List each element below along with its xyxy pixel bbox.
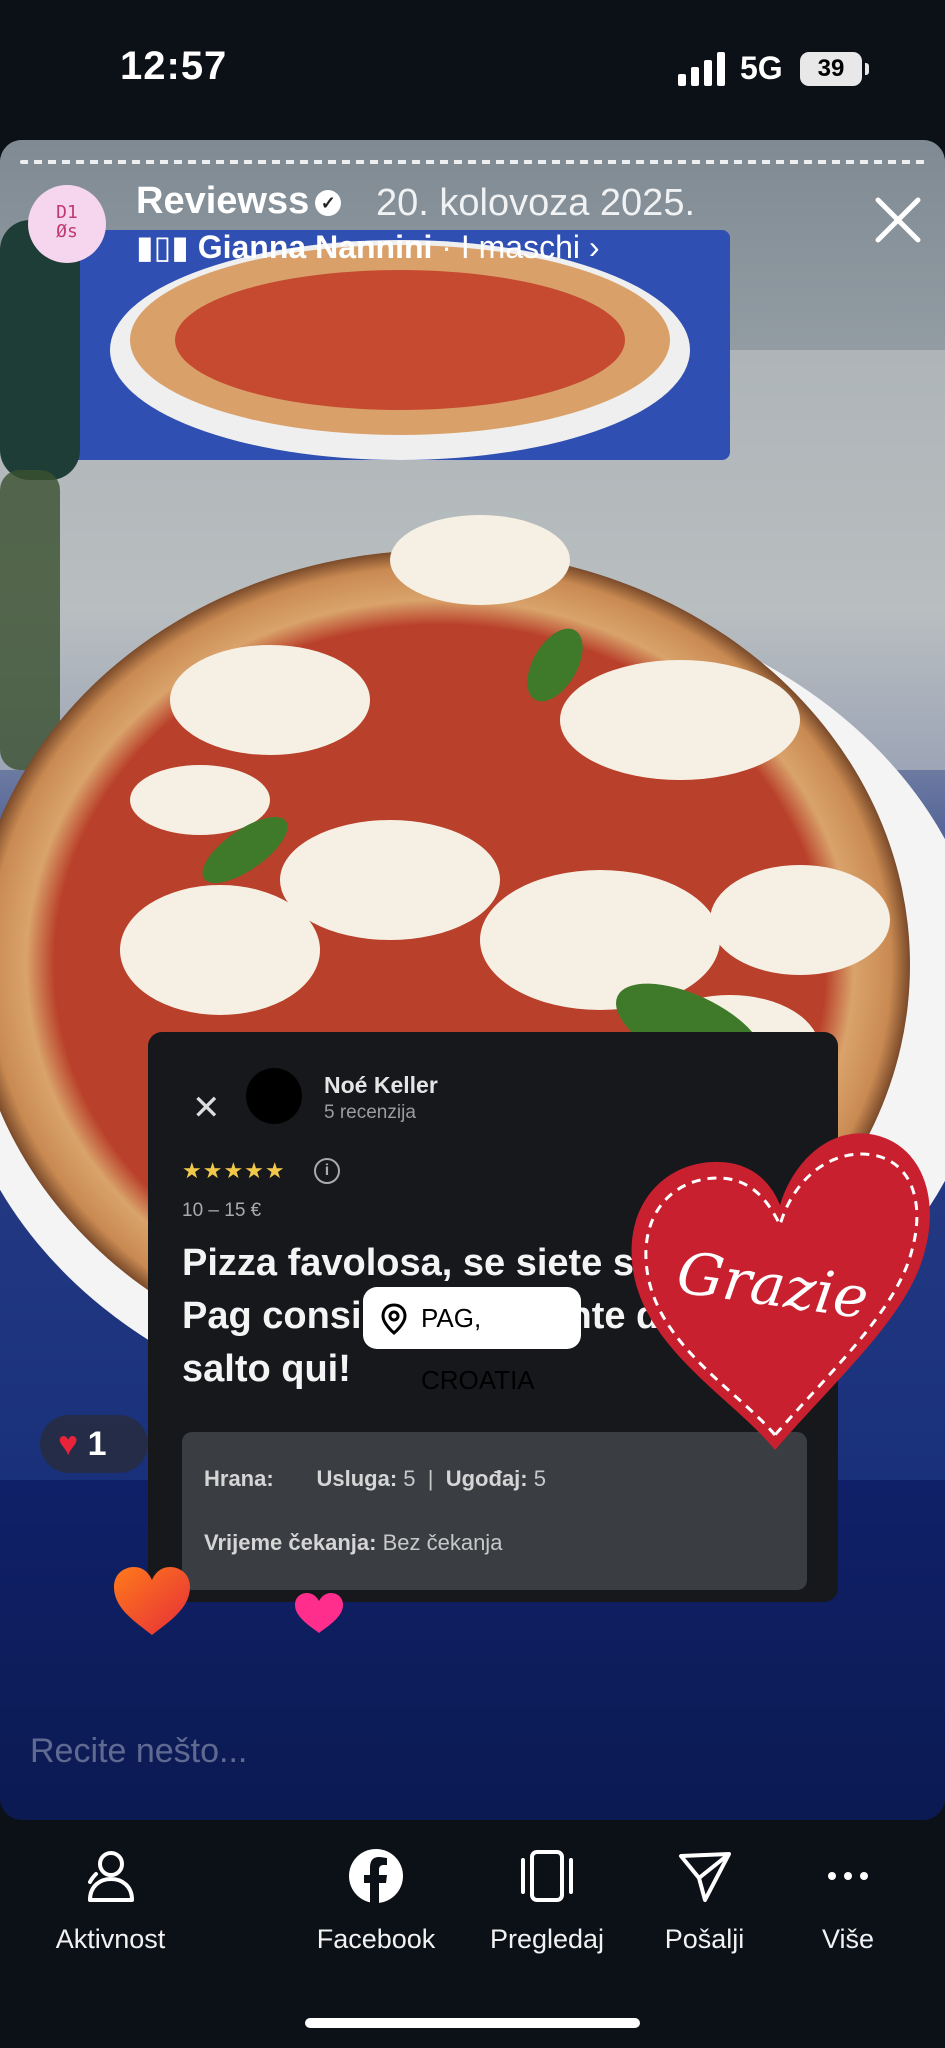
- pink-heart-icon: [295, 1593, 343, 1633]
- story-date: 20. kolovoza 2025.: [376, 182, 696, 224]
- more-icon: [828, 1872, 868, 1880]
- battery-icon: 39: [800, 52, 869, 86]
- music-label[interactable]: ▮▯▮ Gianna Nannini · I maschi ›: [136, 228, 600, 266]
- home-indicator[interactable]: [305, 2018, 640, 2028]
- heart-emoji-icon: [114, 1567, 190, 1635]
- status-bar: 12:57 5G 39: [0, 0, 945, 140]
- grazie-heart-sticker[interactable]: Grazie: [625, 1100, 935, 1460]
- price-range: 10 – 15 €: [182, 1200, 262, 1221]
- account-avatar[interactable]: D1 Øs: [28, 185, 106, 263]
- bottom-action-bar: Aktivnost Facebook Pregledaj Pošalji Viš…: [0, 1820, 945, 2048]
- reply-input[interactable]: Recite nešto...: [30, 1732, 247, 1771]
- status-time: 12:57: [120, 44, 228, 88]
- account-name[interactable]: Reviewss ✓: [136, 180, 342, 223]
- more-button[interactable]: Više: [800, 1848, 896, 1955]
- info-icon: i: [314, 1158, 340, 1184]
- close-icon[interactable]: [870, 192, 926, 248]
- close-icon: ✕: [192, 1089, 221, 1127]
- facebook-icon: [349, 1849, 403, 1903]
- activity-button[interactable]: Aktivnost: [38, 1848, 183, 1955]
- story-progress-bar: [20, 160, 925, 164]
- send-icon: [678, 1852, 731, 1902]
- likes-badge[interactable]: ♥ 1: [40, 1415, 148, 1473]
- signal-icon: [678, 52, 725, 86]
- ratings-line: Hrana: Usluga: 5 | Ugođaj: 5: [204, 1466, 546, 1491]
- reviewer-avatar: [246, 1068, 302, 1124]
- verified-icon: ✓: [315, 189, 342, 216]
- reviewer-review-count: 5 recenzija: [324, 1102, 416, 1123]
- reviewer-name: Noé Keller: [324, 1072, 438, 1098]
- facebook-button[interactable]: Facebook: [310, 1848, 442, 1955]
- music-bars-icon: ▮▯▮: [136, 229, 198, 265]
- heart-icon: ♥: [58, 1425, 79, 1463]
- rating-stars: ★★★★★: [182, 1158, 286, 1183]
- activity-icon: [87, 1851, 134, 1902]
- network-type: 5G: [740, 50, 783, 86]
- preview-icon: [521, 1850, 573, 1902]
- preview-button[interactable]: Pregledaj: [482, 1848, 612, 1955]
- wait-time-line: Vrijeme čekanja: Bez čekanja: [204, 1530, 503, 1555]
- location-pin-icon: [381, 1303, 407, 1335]
- location-sticker[interactable]: PAG, CROATIA: [363, 1287, 581, 1395]
- send-button[interactable]: Pošalji: [652, 1848, 757, 1955]
